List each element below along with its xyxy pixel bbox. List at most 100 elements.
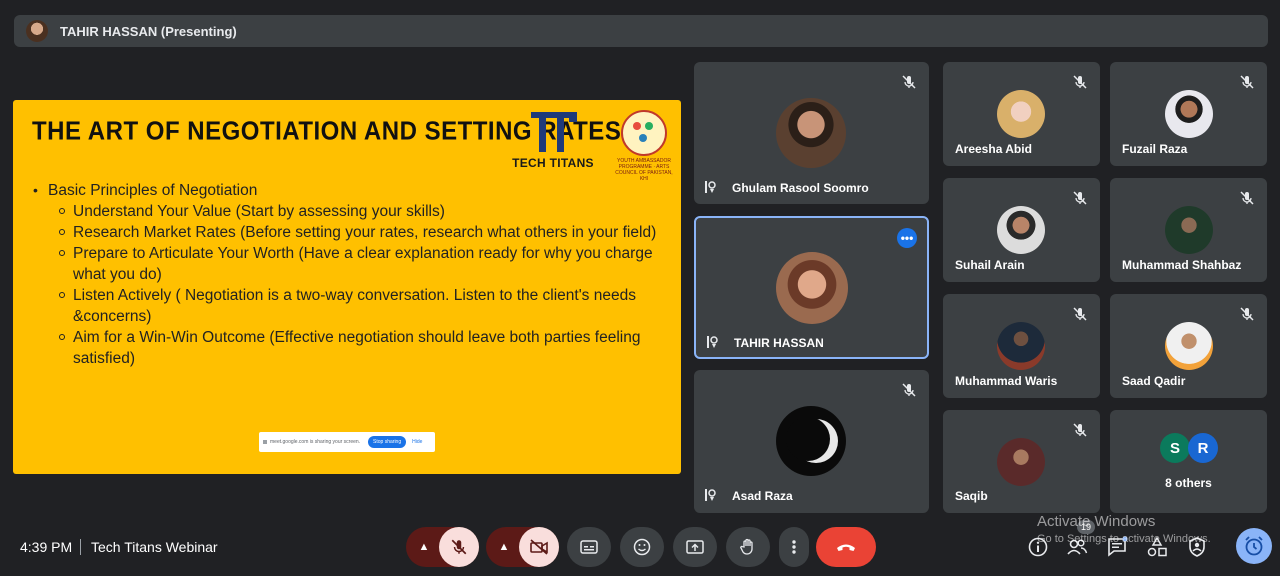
participant-name: Saqib	[955, 489, 988, 503]
participant-avatar	[997, 438, 1045, 486]
hide-link[interactable]: Hide	[412, 439, 422, 445]
hang-up-icon	[837, 544, 855, 551]
more-vert-icon	[792, 540, 796, 554]
mic-off-icon	[902, 75, 916, 89]
slide-bullets: • Basic Principles of Negotiation Unders…	[33, 180, 673, 369]
participant-tile[interactable]: Asad Raza	[694, 370, 929, 513]
camera-options-chevron-icon[interactable]: ▲	[489, 527, 519, 567]
pin-icon[interactable]	[702, 179, 718, 195]
shared-screen: THE ART OF NEGOTIATION AND SETTING RATES…	[13, 100, 681, 474]
bullet-main: • Basic Principles of Negotiation	[33, 182, 258, 199]
participant-tile[interactable]: Muhammad Waris	[943, 294, 1100, 398]
others-tile[interactable]: S R 8 others	[1110, 410, 1267, 513]
participant-name: Areesha Abid	[955, 142, 1032, 156]
tech-titans-logo: TECH TITANS	[510, 112, 596, 172]
moon-icon	[786, 417, 838, 463]
bullet-main-text: Basic Principles of Negotiation	[48, 182, 258, 199]
mic-off-icon	[1240, 191, 1254, 205]
mic-options-chevron-icon[interactable]: ▲	[409, 527, 439, 567]
more-options-button[interactable]	[779, 527, 809, 567]
participant-tile[interactable]: Saad Qadir	[1110, 294, 1267, 398]
share-notice-text: meet.google.com is sharing your screen.	[270, 439, 361, 445]
participant-tile[interactable]: Muhammad Shahbaz	[1110, 178, 1267, 282]
others-label: 8 others	[1165, 476, 1212, 490]
meet-window: TAHIR HASSAN (Presenting) THE ART OF NEG…	[0, 0, 1280, 576]
raise-hand-button[interactable]	[726, 527, 770, 567]
mic-off-icon	[1240, 75, 1254, 89]
tech-titans-mark-icon	[531, 112, 577, 152]
participant-avatar	[776, 98, 846, 168]
sub-bullet: Research Market Rates (Before setting yo…	[59, 222, 673, 243]
emoji-icon	[633, 538, 651, 556]
participant-avatar	[997, 206, 1045, 254]
presenter-bar: TAHIR HASSAN (Presenting)	[14, 15, 1268, 47]
presenter-name: TAHIR HASSAN (Presenting)	[60, 23, 237, 39]
mic-off-icon	[1073, 75, 1087, 89]
participant-tile[interactable]: Areesha Abid	[943, 62, 1100, 166]
participant-tile[interactable]: Fuzail Raza	[1110, 62, 1267, 166]
participant-name: Asad Raza	[732, 489, 793, 503]
captions-button[interactable]	[567, 527, 611, 567]
camera-toggle-button[interactable]	[519, 527, 559, 567]
participant-tile-active-speaker[interactable]: ••• TAHIR HASSAN	[694, 216, 929, 359]
mic-off-icon	[1073, 191, 1087, 205]
participant-avatar	[1165, 322, 1213, 370]
hand-icon	[740, 538, 753, 555]
mic-off-icon	[1240, 307, 1254, 321]
mic-off-icon	[1073, 307, 1087, 321]
participant-name: Saad Qadir	[1122, 374, 1186, 388]
participant-name: Suhail Arain	[955, 258, 1025, 272]
participant-avatar	[997, 322, 1045, 370]
participant-name: Muhammad Waris	[955, 374, 1058, 388]
more-options-button[interactable]: •••	[897, 228, 917, 248]
camera-off-icon	[530, 539, 548, 555]
timer-button[interactable]	[1236, 528, 1272, 564]
pin-icon[interactable]	[704, 334, 720, 350]
participant-name: Muhammad Shahbaz	[1122, 258, 1242, 272]
mic-off-icon	[451, 539, 467, 555]
tech-titans-logo-text: TECH TITANS	[512, 156, 594, 170]
watermark-subtitle: Go to Settings to activate Windows.	[1037, 533, 1211, 545]
sub-bullet-text: Aim for a Win-Win Outcome (Effective neg…	[73, 329, 641, 367]
captions-icon	[580, 540, 598, 554]
present-button[interactable]	[673, 527, 717, 567]
participant-name: Fuzail Raza	[1122, 142, 1188, 156]
youth-ambassador-logo: YOUTH AMBASSADOR PROGRAMME · ARTS COUNCI…	[611, 110, 677, 182]
share-notice-icon	[263, 440, 267, 444]
screen-share-notice: meet.google.com is sharing your screen. …	[259, 432, 435, 452]
participant-avatar	[997, 90, 1045, 138]
sub-bullet: Understand Your Value (Start by assessin…	[59, 201, 673, 222]
mic-off-icon	[902, 383, 916, 397]
sub-bullet: Listen Actively ( Negotiation is a two-w…	[59, 285, 673, 327]
participant-name: Ghulam Rasool Soomro	[732, 181, 869, 195]
activate-windows-watermark: Activate Windows Go to Settings to activ…	[1037, 513, 1211, 545]
pin-icon[interactable]	[702, 487, 718, 503]
participant-avatar	[776, 406, 846, 476]
clock: 4:39 PM	[20, 539, 73, 555]
watermark-title: Activate Windows	[1037, 513, 1156, 530]
others-avatar-s: S	[1160, 433, 1190, 463]
participant-tile[interactable]: Saqib	[943, 410, 1100, 513]
participant-avatar	[776, 252, 848, 324]
divider	[80, 539, 81, 555]
presenter-avatar	[26, 20, 48, 42]
sub-bullet: Prepare to Articulate Your Worth (Have a…	[59, 243, 673, 285]
present-screen-icon	[686, 540, 704, 554]
participant-avatar	[1165, 206, 1213, 254]
meeting-title: Tech Titans Webinar	[91, 539, 218, 555]
participant-name: TAHIR HASSAN	[734, 336, 824, 350]
participant-tile[interactable]: Ghulam Rasool Soomro	[694, 62, 929, 204]
others-avatar-r: R	[1188, 433, 1218, 463]
participant-avatar	[1165, 90, 1213, 138]
mic-toggle-button[interactable]	[439, 527, 479, 567]
sub-bullet-text: Research Market Rates (Before setting yo…	[73, 224, 657, 241]
alarm-clock-icon	[1245, 536, 1263, 556]
sub-bullet-text: Listen Actively ( Negotiation is a two-w…	[73, 287, 636, 325]
sub-bullet-text: Understand Your Value (Start by assessin…	[73, 203, 445, 220]
youth-ambassador-text: YOUTH AMBASSADOR PROGRAMME · ARTS COUNCI…	[615, 158, 673, 182]
stop-sharing-button[interactable]: Stop sharing	[368, 436, 407, 448]
participant-tile[interactable]: Suhail Arain	[943, 178, 1100, 282]
mic-off-icon	[1073, 423, 1087, 437]
reactions-button[interactable]	[620, 527, 664, 567]
leave-call-button[interactable]	[816, 527, 876, 567]
